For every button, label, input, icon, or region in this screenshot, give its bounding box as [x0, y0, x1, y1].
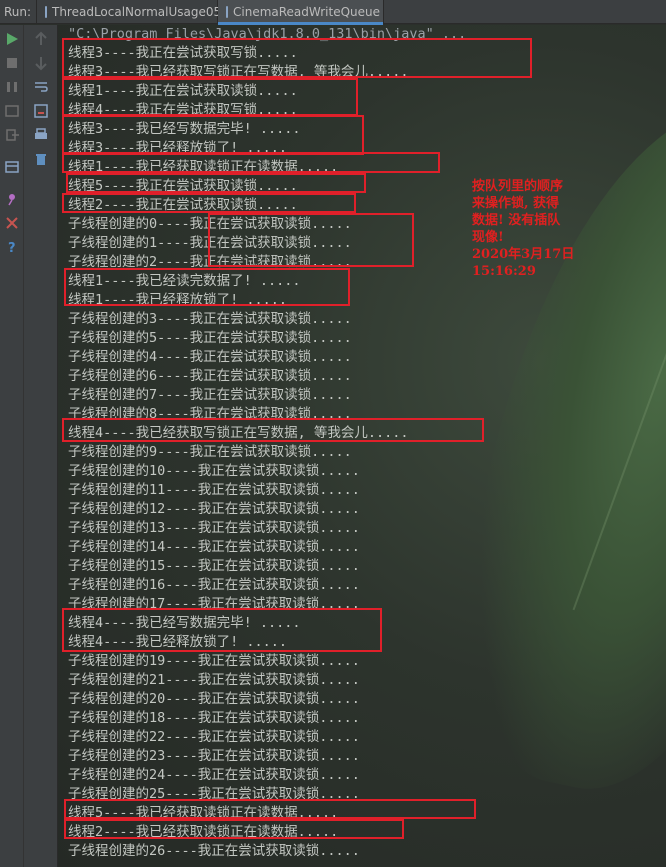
- run-label: Run:: [4, 5, 32, 19]
- console-toolbar: [24, 25, 58, 867]
- exit-icon[interactable]: [4, 127, 20, 143]
- highlight-box: [66, 173, 366, 193]
- svg-text:?: ?: [8, 241, 16, 255]
- highlight-box: [64, 819, 404, 839]
- highlight-box: [62, 193, 356, 213]
- console-line: 子线程创建的11----我正在尝试获取读锁.....: [68, 482, 360, 498]
- dump-threads-icon[interactable]: [4, 103, 20, 119]
- console-line: 子线程创建的14----我正在尝试获取读锁.....: [68, 539, 360, 555]
- console-line: 子线程创建的3----我正在尝试获取读锁.....: [68, 311, 352, 327]
- highlight-box: [62, 152, 440, 173]
- console-line: 子线程创建的16----我正在尝试获取读锁.....: [68, 577, 360, 593]
- console-line: 子线程创建的7----我正在尝试获取读锁.....: [68, 387, 352, 403]
- highlight-box: [64, 268, 350, 306]
- print-icon[interactable]: [33, 127, 49, 143]
- console-line: 子线程创建的12----我正在尝试获取读锁.....: [68, 501, 360, 517]
- tab-cinema[interactable]: CinemaReadWriteQueue: [218, 0, 384, 25]
- run-tabbar: Run: ThreadLocalNormalUsage05 CinemaRead…: [0, 0, 666, 25]
- console-output[interactable]: "C:\Program Files\Java\jdk1.8.0_131\bin\…: [58, 25, 666, 867]
- pin-icon[interactable]: [4, 191, 20, 207]
- console-line: 子线程创建的10----我正在尝试获取读锁.....: [68, 463, 360, 479]
- scroll-to-end-icon[interactable]: [33, 103, 49, 119]
- down-arrow-icon[interactable]: [33, 55, 49, 71]
- console-line: 子线程创建的19----我正在尝试获取读锁.....: [68, 653, 360, 669]
- close-icon[interactable]: [4, 215, 20, 231]
- run-config-icon: [226, 6, 228, 18]
- soft-wrap-icon[interactable]: [33, 79, 49, 95]
- console-line: 子线程创建的9----我正在尝试获取读锁.....: [68, 444, 352, 460]
- layout-icon[interactable]: [4, 159, 20, 175]
- console-line: 子线程创建的26----我正在尝试获取读锁.....: [68, 843, 360, 859]
- run-toolbar: ?: [0, 25, 24, 867]
- tab-threadlocal[interactable]: ThreadLocalNormalUsage05: [36, 0, 222, 24]
- annotation-note: 按队列里的顺序 来操作锁, 获得 数据! 没有插队 现像! 2020年3月17日…: [472, 179, 575, 279]
- highlight-box: [62, 115, 364, 155]
- highlight-box: [62, 38, 532, 78]
- console-line: 子线程创建的22----我正在尝试获取读锁.....: [68, 729, 360, 745]
- console-line: 子线程创建的4----我正在尝试获取读锁.....: [68, 349, 352, 365]
- console-line: 子线程创建的6----我正在尝试获取读锁.....: [68, 368, 352, 384]
- highlight-box: [62, 608, 382, 652]
- stop-icon[interactable]: [4, 55, 20, 71]
- console-line: 子线程创建的23----我正在尝试获取读锁.....: [68, 748, 360, 764]
- pause-icon[interactable]: [4, 79, 20, 95]
- console-line: 子线程创建的18----我正在尝试获取读锁.....: [68, 710, 360, 726]
- console-line: 子线程创建的20----我正在尝试获取读锁.....: [68, 691, 360, 707]
- console-line: 子线程创建的13----我正在尝试获取读锁.....: [68, 520, 360, 536]
- console-line: 子线程创建的15----我正在尝试获取读锁.....: [68, 558, 360, 574]
- console-line: 子线程创建的21----我正在尝试获取读锁.....: [68, 672, 360, 688]
- console-line: 子线程创建的24----我正在尝试获取读锁.....: [68, 767, 360, 783]
- up-arrow-icon[interactable]: [33, 31, 49, 47]
- tab-label: CinemaReadWriteQueue: [233, 5, 380, 19]
- rerun-icon[interactable]: [4, 31, 20, 47]
- highlight-box: [62, 418, 484, 442]
- console-line: 子线程创建的5----我正在尝试获取读锁.....: [68, 330, 352, 346]
- highlight-box: [62, 78, 358, 116]
- run-config-icon: [45, 6, 47, 18]
- highlight-box: [208, 213, 414, 267]
- trash-icon[interactable]: [33, 151, 49, 167]
- tab-label: ThreadLocalNormalUsage05: [52, 5, 222, 19]
- help-icon[interactable]: ?: [4, 239, 20, 255]
- highlight-box: [64, 799, 476, 819]
